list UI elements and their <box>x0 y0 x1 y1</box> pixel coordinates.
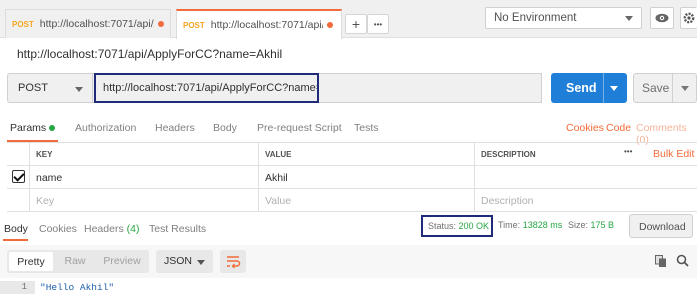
response-tab-test-results[interactable]: Test Results <box>149 223 206 235</box>
copy-icon[interactable] <box>655 255 667 268</box>
time-label: Time: <box>498 220 521 230</box>
format-select[interactable]: JSON <box>156 250 213 273</box>
description-placeholder[interactable]: Description <box>474 189 697 211</box>
chevron-down-icon[interactable] <box>681 86 689 91</box>
send-divider <box>603 73 604 103</box>
wrap-lines-icon <box>227 256 241 269</box>
search-icon[interactable] <box>676 254 689 267</box>
tab-url: http://localhost:7071/api/ApplyForCC?nam… <box>210 19 323 31</box>
response-toolbar: Pretty Raw Preview JSON <box>0 245 697 278</box>
settings-button[interactable] <box>680 7 697 29</box>
raw-button[interactable]: Raw <box>55 250 95 272</box>
response-body-text: "Hello Akhil" <box>40 282 115 293</box>
environment-select[interactable]: No Environment <box>485 7 642 29</box>
tab-bar: POST http://localhost:7071/api/ApplyForC… <box>0 0 697 39</box>
row-checkbox[interactable] <box>12 170 25 183</box>
value-column-header: VALUE <box>258 143 474 165</box>
download-button[interactable]: Download <box>629 214 693 238</box>
headers-count: (4) <box>126 223 140 235</box>
save-label: Save <box>642 81 670 95</box>
response-headers-label: Headers <box>84 223 124 235</box>
checkbox-column-header <box>7 143 29 165</box>
active-response-tab-underline <box>3 239 28 241</box>
param-value-cell[interactable]: Akhil <box>258 166 474 188</box>
bulk-edit-link[interactable]: Bulk Edit <box>653 148 694 160</box>
cookies-link[interactable]: Cookies <box>566 122 604 134</box>
value-placeholder[interactable]: Value <box>258 189 474 211</box>
tab-params[interactable]: Params <box>10 122 56 134</box>
status-indicator: Status: 200 OK <box>421 215 493 237</box>
params-table: KEY VALUE DESCRIPTION ••• Bulk Edit name… <box>7 142 697 212</box>
wrap-lines-button[interactable] <box>220 250 246 273</box>
format-label: JSON <box>164 255 193 267</box>
tab-method: POST <box>183 20 205 30</box>
save-divider <box>672 74 673 102</box>
tab-params-label: Params <box>10 122 47 134</box>
tab-tests[interactable]: Tests <box>354 122 379 134</box>
gear-icon <box>683 12 695 24</box>
chevron-down-icon <box>625 16 633 21</box>
size-indicator: Size: 175 B <box>568 220 614 230</box>
request-title: http://localhost:7071/api/ApplyForCC?nam… <box>17 47 283 61</box>
chevron-down-icon[interactable] <box>610 86 618 91</box>
params-header-row: KEY VALUE DESCRIPTION ••• Bulk Edit <box>7 143 697 166</box>
param-description-cell[interactable] <box>474 166 697 188</box>
time-value: 13828 ms <box>522 220 563 230</box>
environment-quick-look-button[interactable] <box>650 7 674 29</box>
new-tab-button[interactable]: + <box>345 14 367 34</box>
chevron-down-icon <box>197 260 205 265</box>
param-key-cell[interactable]: name <box>29 166 258 188</box>
preview-button[interactable]: Preview <box>97 250 147 272</box>
tab-body[interactable]: Body <box>213 122 237 134</box>
row-checkbox-cell <box>7 189 29 211</box>
response-tab-cookies[interactable]: Cookies <box>39 223 77 235</box>
time-indicator: Time: 13828 ms <box>498 220 562 230</box>
response-tab-headers[interactable]: Headers (4) <box>84 223 139 235</box>
status-value: 200 OK <box>458 221 490 231</box>
more-tabs-button[interactable]: ••• <box>367 14 389 34</box>
chevron-down-icon <box>75 87 83 92</box>
environment-label: No Environment <box>494 12 577 24</box>
tab-authorization[interactable]: Authorization <box>75 122 136 134</box>
response-tab-body[interactable]: Body <box>4 223 28 235</box>
tab-prerequest-script[interactable]: Pre-request Script <box>257 122 342 134</box>
line-number: 1 <box>0 281 35 294</box>
request-tab[interactable]: POST http://localhost:7071/api/ApplyForC… <box>5 9 171 38</box>
tab-headers[interactable]: Headers <box>155 122 195 134</box>
unsaved-indicator-icon <box>326 22 333 28</box>
response-body-editor[interactable]: 1 "Hello Akhil" <box>0 281 697 294</box>
more-options-icon[interactable]: ••• <box>624 147 632 156</box>
tab-method: POST <box>12 19 34 29</box>
save-button[interactable]: Save <box>633 73 697 103</box>
tab-url: http://localhost:7071/api/ApplyForCC?nam… <box>39 18 154 30</box>
table-row-new: Key Value Description <box>7 189 697 212</box>
pretty-button[interactable]: Pretty <box>9 252 53 271</box>
size-label: Size: <box>568 220 589 230</box>
url-input[interactable]: http://localhost:7071/api/ApplyForCC?nam… <box>94 73 319 103</box>
size-value: 175 B <box>590 220 615 230</box>
key-placeholder[interactable]: Key <box>29 189 258 211</box>
unsaved-indicator-icon <box>158 21 164 27</box>
send-label: Send <box>566 81 597 95</box>
table-row: name Akhil <box>7 166 697 189</box>
method-label: POST <box>18 82 48 94</box>
request-tab-active[interactable]: POST http://localhost:7071/api/ApplyForC… <box>176 9 342 39</box>
key-column-header: KEY <box>29 143 258 165</box>
row-checkbox-cell <box>7 166 29 188</box>
active-dot-icon <box>49 125 56 132</box>
method-select[interactable]: POST <box>7 73 93 103</box>
eye-icon <box>655 13 669 23</box>
status-label: Status: <box>428 221 457 231</box>
view-mode-group: Pretty Raw Preview <box>7 250 149 273</box>
code-link[interactable]: Code <box>606 122 631 134</box>
send-button[interactable]: Send <box>551 73 627 103</box>
